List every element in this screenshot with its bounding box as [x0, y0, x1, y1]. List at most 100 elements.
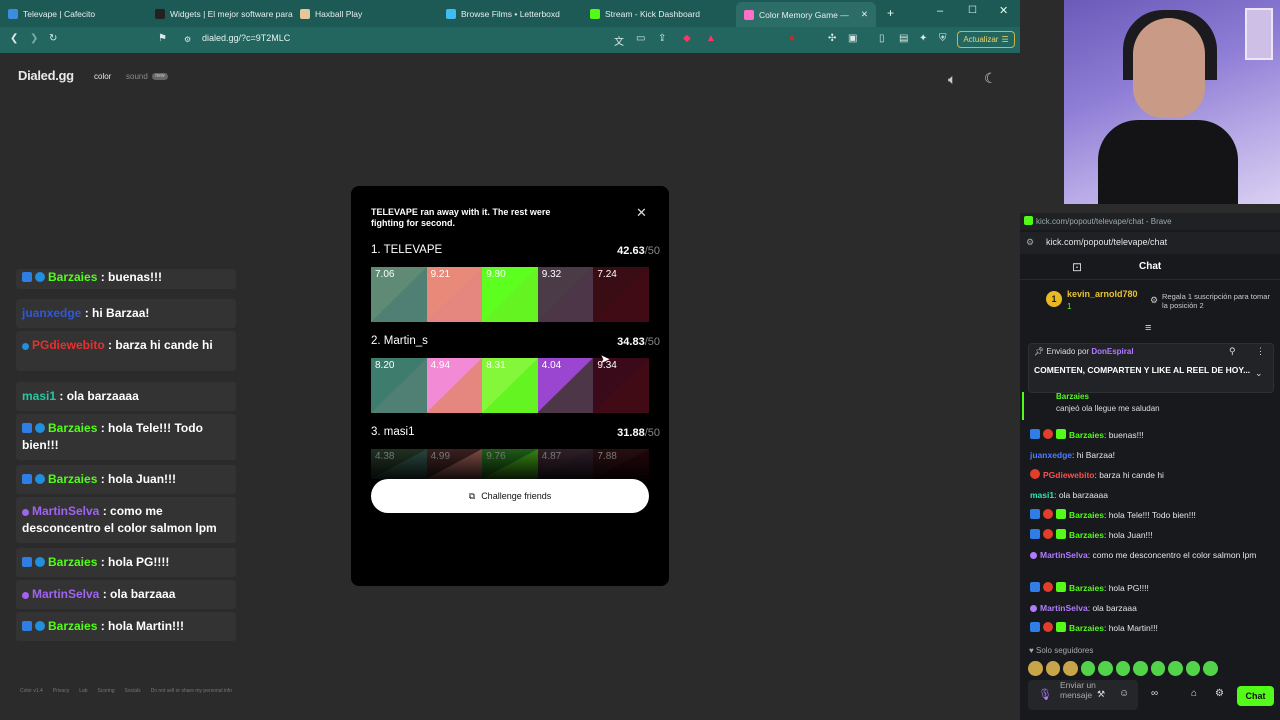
tab-3[interactable]: Haxball Play [300, 4, 430, 24]
footer-link[interactable]: Scoring [98, 688, 115, 694]
pinned-by-user[interactable]: DonEspiral [1091, 347, 1133, 356]
share-icon[interactable]: ⇪ [658, 33, 666, 44]
tab-4[interactable]: Browse Films • Letterboxd [446, 4, 581, 24]
kick-chat-user[interactable]: PGdiewebito [1043, 470, 1094, 480]
player-score: 31.88/50 [617, 427, 660, 439]
url-field[interactable]: dialed.gg/?c=9T2MLC [202, 33, 290, 43]
color-cell: 9.80 [482, 267, 538, 322]
emote-icon[interactable] [1115, 661, 1131, 676]
color-cell-score: 7.06 [375, 269, 395, 280]
tab-5[interactable]: Stream - Kick Dashboard [590, 4, 725, 24]
emote-icon[interactable] [1063, 661, 1078, 676]
tool-icon[interactable]: ⚒ [1097, 689, 1105, 700]
wallet-icon[interactable]: ▤ [899, 33, 908, 44]
site-info-icon[interactable]: ⚙ [184, 35, 191, 44]
player-rank-name: 1. TELEVAPE [371, 244, 443, 256]
screen-icon[interactable]: ▭ [636, 33, 645, 44]
brave-shield-icon[interactable]: ◆ [683, 33, 691, 44]
emote-icon[interactable] [1133, 661, 1148, 676]
extensions-icon[interactable]: ✣ [828, 33, 836, 44]
tab-2[interactable]: Widgets | El mejor software para [155, 4, 295, 24]
emote-bar [1028, 661, 1219, 677]
footer-link[interactable]: Privacy [53, 688, 69, 694]
overlay-chat-message: MartinSelva : ola barzaaa [16, 580, 236, 609]
emote-icon[interactable] [1168, 661, 1183, 676]
kick-chat-user[interactable]: MartinSelva [1040, 603, 1088, 613]
nav-color-link[interactable]: color [94, 72, 111, 81]
emote-icon[interactable] [1045, 661, 1061, 676]
footer-link[interactable]: Socials [125, 688, 141, 694]
unpin-icon[interactable]: ⚲ [1229, 346, 1236, 357]
sub-badge-icon [22, 343, 29, 350]
followers-only-label: Solo seguidores [1035, 646, 1094, 655]
translate-icon[interactable]: 文 [614, 33, 624, 48]
tab-6[interactable]: Color Memory Game — ✕ [736, 2, 876, 27]
kick-chat-user[interactable]: Barzaies [1069, 583, 1104, 593]
emote-icon[interactable] [1080, 661, 1096, 676]
minimize-icon[interactable]: – [937, 5, 943, 17]
sub-badge-icon [1030, 552, 1037, 559]
update-button[interactable]: Actualizar ☰ [957, 31, 1015, 48]
emote-icon[interactable] [1203, 661, 1219, 676]
kick-chat-user[interactable]: Barzaies [1069, 430, 1104, 440]
overlay-chat-text: hola Martin!!! [108, 619, 185, 633]
expand-pinned-icon[interactable]: ⌄ [1255, 368, 1263, 379]
emote-icon[interactable] [1098, 661, 1113, 676]
color-cell: 4.04 [537, 358, 594, 413]
bookmark-icon[interactable]: ⚑ [158, 33, 167, 44]
site-logo[interactable]: Dialed.gg [18, 68, 74, 83]
dark-mode-icon[interactable]: ☾ [984, 70, 997, 87]
mic-icon[interactable]: 🎙︎ [1038, 688, 1052, 701]
new-tab-icon[interactable]: + [887, 6, 894, 20]
kick-site-info-icon[interactable]: ⚙ [1026, 237, 1034, 248]
emoji-icon[interactable]: ☺ [1119, 688, 1129, 699]
collapse-icon[interactable]: ≡ [1145, 322, 1151, 334]
new-badge: new [152, 73, 168, 80]
challenge-friends-button[interactable]: ⧉ Challenge friends [371, 479, 649, 513]
footer-link[interactable]: Color v1.4 [20, 688, 43, 694]
player-score-max: /50 [644, 245, 660, 257]
tab-label: Browse Films • Letterboxd [461, 9, 560, 19]
maximize-icon[interactable]: ☐ [968, 5, 977, 16]
kick-popout-icon[interactable]: ⊡ [1072, 260, 1082, 274]
emote-icon[interactable] [1185, 661, 1201, 676]
kick-chat-user[interactable]: Barzaies [1069, 510, 1104, 520]
shop-icon[interactable]: ⌂ [1191, 688, 1197, 699]
link-icon[interactable]: ∞ [1151, 688, 1158, 699]
emote-icon[interactable] [1028, 661, 1043, 676]
extension-red-icon[interactable]: ● [789, 33, 795, 44]
kick-chat-user[interactable]: Barzaies [1069, 623, 1104, 633]
reload-icon[interactable]: ↻ [49, 33, 57, 44]
kick-chat-message: PGdiewebito: barza hi cande hi [1030, 469, 1270, 482]
emote-icon[interactable] [1150, 661, 1166, 676]
media-icon[interactable]: ▣ [848, 33, 857, 44]
back-icon[interactable]: ❮ [10, 33, 18, 44]
gift-prompt[interactable]: Regala 1 suscripción para tomar la posic… [1162, 292, 1277, 310]
leo-icon[interactable]: ✦ [919, 33, 927, 44]
close-window-icon[interactable]: ✕ [999, 4, 1008, 17]
close-tab-icon[interactable]: ✕ [861, 9, 868, 20]
tab-favicon-icon [446, 9, 456, 19]
sidebar-icon[interactable]: ▯ [879, 33, 885, 44]
close-modal-icon[interactable]: ✕ [636, 205, 647, 221]
settings-icon[interactable]: ⚙ [1215, 688, 1224, 699]
volume-icon[interactable]: 🔈︎ [948, 71, 956, 88]
forward-icon[interactable]: ❯ [30, 33, 38, 44]
brave-rewards-icon[interactable]: ▲ [706, 33, 716, 44]
redeem-user[interactable]: Barzaies [1056, 392, 1089, 401]
top-gifter-name[interactable]: kevin_arnold780 [1067, 289, 1138, 299]
send-chat-button[interactable]: Chat [1237, 686, 1274, 706]
footer-link[interactable]: Do not sell or share my personal info [151, 688, 232, 694]
kick-chat-user[interactable]: masi1 [1030, 490, 1054, 500]
sub-badge-icon [35, 557, 45, 567]
vpn-icon[interactable]: ⛨ [939, 33, 947, 44]
footer-link[interactable]: Lab [79, 688, 87, 694]
kick-chat-window [1020, 213, 1280, 720]
kick-address-field[interactable]: kick.com/popout/televape/chat [1020, 232, 1280, 254]
nav-sound-link[interactable]: sound [126, 72, 148, 81]
kick-chat-user[interactable]: MartinSelva [1040, 550, 1088, 560]
kick-chat-user[interactable]: Barzaies [1069, 530, 1104, 540]
more-options-icon[interactable]: ⋮ [1256, 346, 1265, 357]
kick-chat-user[interactable]: juanxedge [1030, 450, 1072, 460]
tab-1[interactable]: Televape | Cafecito [8, 4, 148, 24]
